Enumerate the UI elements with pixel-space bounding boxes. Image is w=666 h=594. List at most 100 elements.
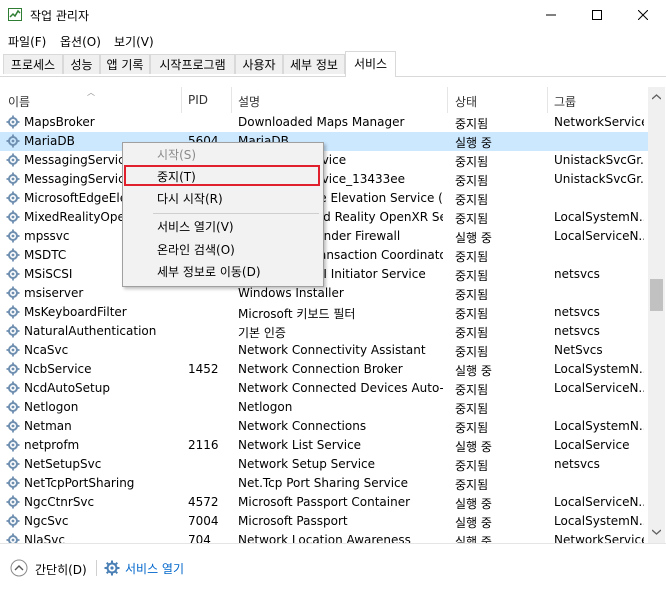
table-row[interactable]: MSDTC Distributed Transaction Coordinator… [0, 246, 648, 265]
service-status: 실행 중 [455, 136, 492, 150]
scroll-thumb[interactable] [650, 279, 663, 311]
service-name: netprofm [24, 438, 80, 452]
menu-item-restart[interactable]: 다시 시작(R) [124, 188, 321, 210]
service-status: 중지됨 [455, 478, 489, 492]
service-description: Microsoft 키보드 필터 [238, 307, 356, 321]
service-group: LocalServiceN... [554, 229, 644, 243]
menu-file[interactable]: 파일(F) [8, 33, 46, 50]
table-row[interactable]: mpssvcWindows Defender Firewall실행 중Local… [0, 227, 648, 246]
table-row[interactable]: NcbService 1452 Network Connection Broker 실… [0, 360, 648, 379]
service-status: 중지됨 [455, 402, 489, 416]
menu-item-search-online[interactable]: 온라인 검색(O) [124, 239, 321, 261]
tab-processes[interactable]: 프로세스 [3, 54, 63, 74]
service-gear-icon [6, 153, 20, 167]
service-gear-icon [6, 210, 20, 224]
service-group: LocalSystemN... [554, 362, 644, 376]
column-divider[interactable] [181, 87, 182, 113]
service-gear-icon [6, 457, 20, 471]
service-status: 중지됨 [455, 250, 489, 264]
column-description[interactable]: 설명 [238, 93, 260, 110]
service-description: Network Connected Devices Auto-... [238, 381, 443, 395]
maximize-button[interactable] [574, 0, 620, 30]
service-gear-icon [6, 476, 20, 490]
tab-users[interactable]: 사용자 [235, 54, 283, 74]
service-name: NcdAutoSetup [24, 381, 110, 395]
tab-details[interactable]: 세부 정보 [283, 54, 345, 74]
service-gear-icon [6, 172, 20, 186]
tab-bar: 프로세스 성능 앱 기록 시작프로그램 사용자 세부 정보 서비스 [0, 51, 666, 77]
menu-item-label: 세부 정보로 이동(D) [157, 265, 261, 279]
service-gear-icon [6, 324, 20, 338]
table-row[interactable]: MicrosoftEdgeElevationServiceMicrosoft E… [0, 189, 648, 208]
service-group: netsvcs [554, 305, 600, 319]
window-title: 작업 관리자 [30, 9, 90, 23]
service-description: 기본 인증 [238, 326, 286, 340]
table-row[interactable]: NgcCtnrSvc 4572 Microsoft Passport Contain… [0, 493, 648, 512]
menu-item-open-services[interactable]: 서비스 열기(V) [124, 216, 321, 238]
table-row[interactable]: MessagingServiceMessagingService중지됨Unist… [0, 151, 648, 170]
service-gear-icon [6, 267, 20, 281]
table-row[interactable]: MsKeyboardFilter Microsoft 키보드 필터 중지됨 netsv… [0, 303, 648, 322]
service-gear-icon [6, 229, 20, 243]
table-row[interactable]: NaturalAuthentication 기본 인증 중지됨 netsvcs [0, 322, 648, 341]
table-row[interactable]: NcaSvc Network Connectivity Assistant 중지됨 N… [0, 341, 648, 360]
table-row[interactable]: MixedRealityOpenXRSvc Windows Mixed Reali… [0, 208, 648, 227]
service-name: NlaSvc [24, 533, 65, 543]
service-status: 중지됨 [455, 345, 489, 359]
minimize-button[interactable] [528, 0, 574, 30]
service-group: UnistackSvcGr... [554, 172, 644, 186]
column-pid[interactable]: PID [188, 93, 208, 107]
service-pid: 4572 [188, 495, 219, 509]
scroll-down-icon[interactable] [652, 529, 661, 535]
table-row[interactable]: NgcSvc 7004 Microsoft Passport 실행 중 LocalSys… [0, 512, 648, 531]
service-gear-icon [6, 305, 20, 319]
tab-performance[interactable]: 성능 [63, 54, 100, 74]
table-row[interactable]: msiserver Windows Installer 중지됨 [0, 284, 648, 303]
table-row[interactable]: NlaSvc 704 Network Location Awareness 실행 중 N… [0, 531, 648, 543]
open-services-link[interactable]: 서비스 열기 [125, 560, 184, 577]
collapse-chevron-icon [10, 559, 28, 577]
column-name[interactable]: 이름 [8, 93, 30, 110]
column-divider[interactable] [547, 87, 548, 113]
table-row[interactable]: Netman Network Connections 중지됨 LocalSystemN… [0, 417, 648, 436]
menu-item-go-to-details[interactable]: 세부 정보로 이동(D) [124, 261, 321, 283]
table-row[interactable]: netprofm 2116 Network List Service 실행 중 Loca… [0, 436, 648, 455]
column-status[interactable]: 상태 [455, 93, 477, 110]
fewer-details-link[interactable]: 간단히(D) [35, 561, 87, 578]
fewer-details-button[interactable] [10, 559, 28, 577]
menu-item-label: 서비스 열기(V) [157, 220, 234, 234]
table-row[interactable]: MessagingService_13433eeMessagingService… [0, 170, 648, 189]
table-row[interactable]: NetTcpPortSharing Net.Tcp Port Sharing Se… [0, 474, 648, 493]
service-gear-icon [6, 248, 20, 262]
service-status: 중지됨 [455, 326, 489, 340]
service-status: 중지됨 [455, 288, 489, 302]
table-row[interactable]: Netlogon Netlogon 중지됨 [0, 398, 648, 417]
gear-icon[interactable] [104, 560, 120, 576]
column-group[interactable]: 그룹 [554, 93, 576, 110]
table-row[interactable]: NetSetupSvc Network Setup Service 중지됨 netsv… [0, 455, 648, 474]
table-row[interactable]: MariaDB 5604 MariaDB 실행 중 [0, 132, 648, 151]
title-bar: 작업 관리자 [0, 0, 666, 30]
table-row[interactable]: MapsBroker Downloaded Maps Manager 중지됨 Netw… [0, 113, 648, 132]
service-status: 중지됨 [455, 155, 489, 169]
column-divider[interactable] [447, 87, 448, 113]
menu-view[interactable]: 보기(V) [114, 33, 154, 50]
service-status: 중지됨 [455, 117, 489, 131]
menu-options[interactable]: 옵션(O) [60, 33, 101, 50]
service-status: 중지됨 [455, 212, 489, 226]
service-status: 중지됨 [455, 307, 489, 321]
minimize-icon [546, 14, 556, 16]
close-button[interactable] [620, 0, 666, 30]
tab-services[interactable]: 서비스 [345, 51, 396, 77]
vertical-scrollbar[interactable] [648, 87, 665, 543]
table-row[interactable]: MSiSCSI Microsoft iSCSI Initiator Service… [0, 265, 648, 284]
service-name: Netlogon [24, 400, 79, 414]
service-name: NetTcpPortSharing [24, 476, 135, 490]
table-row[interactable]: NcdAutoSetup Network Connected Devices Au… [0, 379, 648, 398]
scroll-up-icon[interactable] [652, 94, 661, 100]
column-divider[interactable] [231, 87, 232, 113]
menu-item-start[interactable]: 시작(S) [124, 144, 321, 166]
tab-app-history[interactable]: 앱 기록 [100, 54, 150, 74]
tab-startup[interactable]: 시작프로그램 [150, 54, 235, 74]
service-description: Microsoft Passport [238, 514, 348, 528]
